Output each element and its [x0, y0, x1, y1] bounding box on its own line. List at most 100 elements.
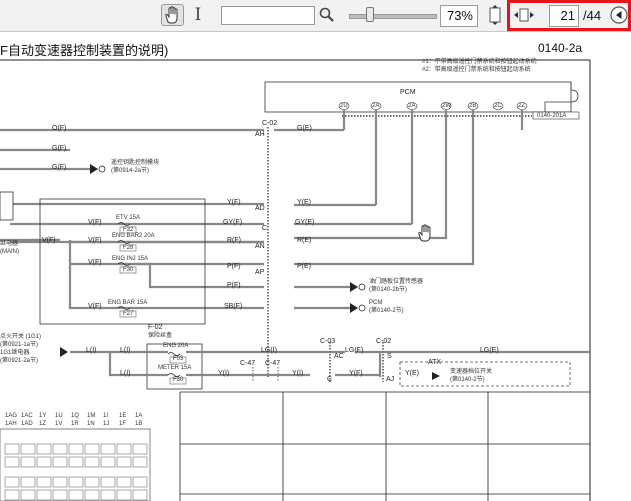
wire-label: P(E)	[297, 263, 311, 270]
connector-pin: 1I	[103, 413, 109, 419]
fuse-label: ENG 20A	[163, 343, 189, 349]
document-code: 0140-2a	[538, 41, 583, 55]
connector-pin: 1V	[55, 421, 63, 427]
keyless-module-label: 遥控钥匙控制模块	[111, 160, 160, 166]
pcm-label: PCM	[400, 89, 416, 96]
pcm-pin: 2A	[408, 103, 416, 109]
relay-label: 继电器	[0, 241, 19, 247]
note-1: #1：不带高级遥控门禁系统和按钮起动系统	[422, 59, 537, 65]
f02-label: F-02	[148, 324, 163, 331]
zoom-slider-track[interactable]	[349, 14, 437, 19]
wire-label: G(F)	[52, 164, 67, 171]
wire-label: LG(I)	[261, 347, 277, 354]
wire-label: GY(F)	[223, 219, 243, 226]
connector-pin: 1M	[87, 413, 96, 419]
document-title: F自动变速器控制装置的说明)	[0, 43, 169, 58]
conn-label: AN	[255, 243, 265, 250]
pcm-ref-label: PCM	[369, 300, 383, 306]
pcm-pin: 2W	[442, 103, 451, 109]
conn-label: C	[327, 376, 333, 383]
hand-cursor-icon	[418, 224, 431, 242]
wire-label: G(E)	[297, 125, 312, 132]
tps-ref: (第0140-2b节)	[369, 287, 408, 293]
fusebox-label: 保险丝盒	[148, 333, 173, 339]
wire-label: P(F)	[227, 263, 241, 270]
pcm-pin: 2U	[340, 103, 348, 109]
connector-pin: 1Z	[39, 421, 47, 427]
select-text-tool-icon[interactable]: I	[191, 4, 205, 26]
conn-label: AH	[255, 131, 265, 138]
pcm-code: 0140-201A	[537, 113, 567, 119]
conn-label: AD	[255, 205, 265, 212]
wire-label: Y(E)	[297, 199, 311, 206]
connector-pin: 1F	[119, 421, 127, 427]
fuse-label: ENG BAR2 20A	[112, 233, 155, 239]
connector-pin: 1J	[103, 421, 110, 427]
fuse-id: F03	[173, 356, 184, 362]
wire-label: R(E)	[297, 237, 312, 244]
fuse-id: F27	[123, 311, 134, 317]
connector-pin: 1AC	[21, 413, 33, 419]
connector-pin: 1U	[55, 413, 63, 419]
connector-pin: 1R	[71, 421, 79, 427]
relay2-ref: (第0921-2a节)	[0, 358, 39, 364]
range-switch-ref: (第0140-2节)	[450, 377, 485, 383]
hand-tool-button[interactable]	[161, 4, 184, 26]
hand-icon	[165, 6, 178, 24]
wire-label: GY(E)	[295, 219, 315, 226]
pcm-ref: (第0140-2节)	[369, 308, 404, 314]
conn-label: AP	[255, 269, 265, 276]
note-2: #2：带高级遥控门禁系统和按钮起动系统	[422, 67, 531, 73]
connector-pin: 1AD	[21, 421, 33, 427]
fuse-label: ENG INJ 15A	[112, 256, 149, 262]
fuse-id: F30	[173, 377, 184, 383]
pdf-page-view[interactable]: F自动变速器控制装置的说明) 0140-2a #1：不带高级遥控门禁系统和按钮起…	[0, 32, 631, 501]
pcm-pin: 2C	[494, 103, 502, 109]
page-number-field[interactable]: 21	[549, 5, 579, 27]
zoom-slider-thumb[interactable]	[366, 7, 374, 22]
connector-pin: 1N	[87, 421, 95, 427]
wire-label: V(F)	[42, 237, 56, 244]
pcm-pin: 2Z	[518, 103, 526, 109]
conn-label: AJ	[386, 376, 395, 383]
connector-pin: 1E	[119, 413, 127, 419]
tps-label: 油门踏板位置传感器	[369, 279, 424, 285]
wire-label: Y(E)	[405, 370, 419, 377]
pcm-pin: 2B	[469, 103, 477, 109]
conn-label: C-02	[376, 338, 392, 345]
wire-label: P(F)	[227, 282, 241, 289]
pdf-toolbar: I 73% 21 /44	[0, 0, 631, 32]
search-icon[interactable]	[318, 4, 336, 26]
wire-label: LG(F)	[345, 347, 364, 354]
wire-label: L(I)	[86, 347, 97, 354]
find-input[interactable]	[221, 6, 315, 25]
conn-label: C-02	[262, 120, 278, 127]
connector-pin: 1B	[135, 421, 143, 427]
wire-label: V(F)	[88, 303, 102, 310]
conn-label: AC	[334, 353, 344, 360]
wire-label: SB(F)	[224, 303, 243, 310]
conn-label: C	[262, 225, 268, 232]
wire-label: V(F)	[88, 259, 102, 266]
connector-pin: 1A	[135, 413, 143, 419]
prev-next-page-icon[interactable]	[512, 4, 536, 26]
conn-label: C-03	[320, 338, 336, 345]
connector-pin: 1Y	[39, 413, 47, 419]
fuse-id: F30	[123, 267, 134, 273]
relay2-label: 1G1继电器	[0, 350, 30, 356]
zoom-level-field[interactable]: 73%	[440, 5, 478, 27]
wire-label: G(F)	[52, 145, 67, 152]
keyless-module-ref: (第0914-2a节)	[111, 168, 150, 174]
fuse-label: ENG BAR 15A	[108, 300, 148, 306]
ignition-ref: (第0921-1a节)	[0, 342, 39, 348]
ignition-label: 点火开关 (1G1)	[0, 334, 42, 340]
pcm-pin: 2A	[372, 103, 380, 109]
fit-page-icon[interactable]	[485, 4, 505, 26]
wire-label: L(I)	[120, 370, 131, 377]
wire-label: R(F)	[227, 237, 241, 244]
wire-label: V(F)	[88, 219, 102, 226]
wire-label: Y(I)	[218, 370, 230, 377]
back-arrow-icon[interactable]	[609, 4, 629, 26]
fuse-label: ETV 15A	[116, 215, 141, 221]
connector-pin: 1AH	[5, 421, 17, 427]
